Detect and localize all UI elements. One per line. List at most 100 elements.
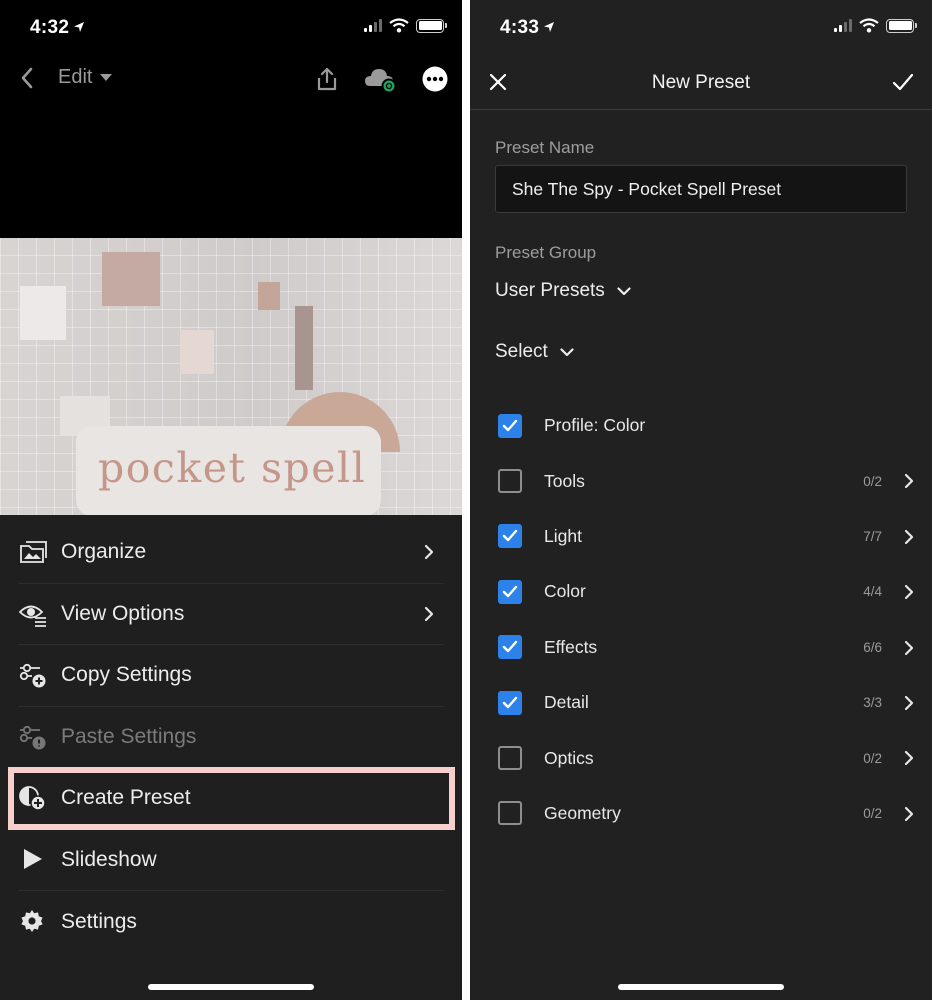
wifi-icon <box>389 18 409 33</box>
menu-item-label: Slideshow <box>61 847 157 871</box>
setting-label: Effects <box>544 636 598 657</box>
signal-icon <box>834 19 852 32</box>
menu-item-label: Copy Settings <box>61 663 192 687</box>
photo-decoration <box>180 330 214 374</box>
chevron-right-icon <box>424 606 434 621</box>
chevron-right-icon <box>424 544 434 560</box>
menu-item-slideshow[interactable]: Slideshow <box>18 830 444 891</box>
checkbox[interactable] <box>498 579 522 604</box>
menu-item-label: Organize <box>61 540 147 564</box>
setting-label: Optics <box>544 747 594 768</box>
menu-item-label: View Options <box>61 601 185 625</box>
chevron-down-icon <box>100 74 113 81</box>
play-icon <box>18 845 48 875</box>
checkmark-icon <box>502 696 518 708</box>
photo-decoration <box>258 282 280 310</box>
organize-icon <box>18 537 48 567</box>
view-options-icon <box>18 599 48 629</box>
setting-count: 3/3 <box>863 695 882 711</box>
create-preset-icon <box>18 783 48 813</box>
edit-menu: Organize View Options Copy Settings Paste S… <box>0 522 462 953</box>
setting-label: Detail <box>544 692 589 713</box>
setting-row-optics[interactable]: Optics 0/2 <box>470 730 932 785</box>
preset-name-input[interactable] <box>495 165 907 213</box>
location-icon <box>74 22 84 32</box>
setting-count: 6/6 <box>863 639 882 655</box>
chevron-right-icon[interactable] <box>904 695 914 711</box>
checkmark-icon <box>502 585 518 598</box>
paste-settings-icon <box>18 722 48 752</box>
gear-icon <box>18 907 48 937</box>
checkmark-icon <box>502 641 518 653</box>
share-icon[interactable] <box>314 66 340 92</box>
setting-label: Tools <box>544 470 585 491</box>
preset-name-label: Preset Name <box>495 138 595 157</box>
chevron-right-icon[interactable] <box>904 473 914 489</box>
checkmark-icon <box>502 530 518 542</box>
checkbox[interactable] <box>498 690 522 715</box>
signal-icon <box>364 19 382 32</box>
photo-decoration <box>20 286 66 340</box>
home-indicator <box>148 984 314 990</box>
left-screen: 4:32 Edit pocket spell Organize View Opt… <box>0 0 462 1000</box>
preset-group-label: Preset Group <box>495 243 597 262</box>
setting-row-detail[interactable]: Detail 3/3 <box>470 675 932 730</box>
menu-item-create-preset[interactable]: Create Preset <box>18 768 444 830</box>
setting-row-profile-color[interactable]: Profile: Color <box>470 398 932 453</box>
preset-settings-list: Profile: Color Tools 0/2 Light 7/7 Color 4/4 Ef… <box>470 398 932 841</box>
preset-group-dropdown[interactable]: User Presets <box>495 280 631 302</box>
setting-label: Profile: Color <box>544 415 646 436</box>
setting-row-color[interactable]: Color 4/4 <box>470 564 932 619</box>
status-time: 4:33 <box>500 17 540 38</box>
copy-settings-icon <box>18 660 48 690</box>
setting-count: 0/2 <box>863 473 882 489</box>
checkbox[interactable] <box>498 746 522 771</box>
checkbox[interactable] <box>498 469 522 494</box>
setting-count: 7/7 <box>863 528 882 544</box>
status-bar: 4:33 <box>470 0 932 56</box>
menu-item-settings[interactable]: Settings <box>18 891 444 953</box>
status-time: 4:32 <box>30 17 70 38</box>
photo-decoration <box>295 306 313 390</box>
setting-count: 0/2 <box>863 805 882 821</box>
checkbox[interactable] <box>498 801 522 826</box>
preset-group-value: User Presets <box>495 280 605 301</box>
dialog-header: New Preset <box>470 56 932 110</box>
checkbox[interactable] <box>498 413 522 438</box>
back-icon[interactable] <box>20 67 34 89</box>
chevron-right-icon[interactable] <box>904 806 914 822</box>
chevron-right-icon[interactable] <box>904 640 914 656</box>
setting-row-geometry[interactable]: Geometry 0/2 <box>470 786 932 841</box>
menu-item-label: Paste Settings <box>61 724 197 748</box>
edit-mode-dropdown[interactable]: Edit <box>58 66 92 89</box>
setting-row-tools[interactable]: Tools 0/2 <box>470 453 932 508</box>
confirm-check-icon[interactable] <box>892 72 914 92</box>
chevron-right-icon[interactable] <box>904 529 914 545</box>
setting-row-light[interactable]: Light 7/7 <box>470 509 932 564</box>
setting-label: Light <box>544 525 582 546</box>
menu-item-copy-settings[interactable]: Copy Settings <box>18 645 444 707</box>
setting-count: 0/2 <box>863 750 882 766</box>
menu-item-paste-settings: Paste Settings <box>18 707 444 768</box>
checkmark-icon <box>502 419 518 431</box>
chevron-right-icon[interactable] <box>904 750 914 766</box>
cloud-sync-icon[interactable] <box>364 66 398 94</box>
checkbox[interactable] <box>498 524 522 549</box>
setting-count: 4/4 <box>863 584 882 600</box>
chevron-right-icon[interactable] <box>904 584 914 600</box>
select-label: Select <box>495 341 548 362</box>
location-icon <box>544 22 554 32</box>
right-screen: 4:33 New Preset Preset Name Preset Group… <box>470 0 932 1000</box>
menu-item-organize[interactable]: Organize <box>18 522 444 584</box>
menu-item-view-options[interactable]: View Options <box>18 584 444 645</box>
more-options-icon[interactable] <box>422 66 448 92</box>
status-bar: 4:32 <box>0 0 462 56</box>
select-dropdown[interactable]: Select <box>495 341 574 363</box>
photo-caption: pocket spell <box>98 444 367 492</box>
dialog-title: New Preset <box>651 72 751 93</box>
battery-icon <box>886 18 917 33</box>
setting-label: Color <box>544 581 586 602</box>
checkbox[interactable] <box>498 635 522 660</box>
setting-row-effects[interactable]: Effects 6/6 <box>470 620 932 675</box>
setting-label: Geometry <box>544 802 621 823</box>
